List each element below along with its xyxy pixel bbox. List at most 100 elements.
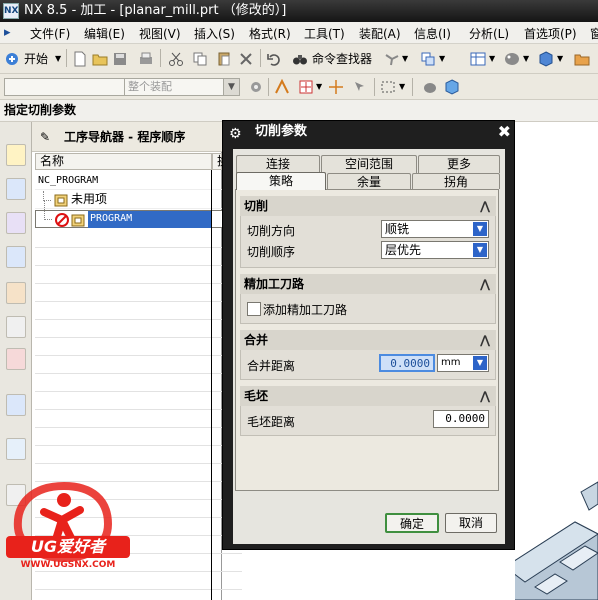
- menu-edit[interactable]: 编辑(E): [84, 25, 125, 42]
- snap-point-icon[interactable]: [274, 79, 290, 95]
- merge-distance-input[interactable]: 0.0000: [379, 354, 435, 372]
- group-finish-pass-header[interactable]: 精加工刀路 ⋀: [240, 274, 496, 294]
- column-tool-change[interactable]: 换刀: [212, 153, 241, 170]
- resbar-web-browser-icon[interactable]: [6, 394, 26, 416]
- tab-more[interactable]: 更多: [418, 155, 500, 173]
- paste-icon[interactable]: [216, 51, 232, 67]
- cut-icon[interactable]: [168, 51, 184, 67]
- column-divider: [211, 170, 212, 600]
- ug-watermark: UG爱好者 WWW.UGSNX.COM: [4, 480, 134, 590]
- cut-direction-select[interactable]: 顺铣 ▼: [381, 220, 489, 238]
- collapse-icon[interactable]: ⋀: [476, 387, 494, 405]
- folder-icon[interactable]: [574, 51, 590, 67]
- assembly-scope-combo[interactable]: 整个装配 ▼: [124, 78, 240, 96]
- merge-distance-unit-select[interactable]: mm ▼: [437, 354, 489, 372]
- menu-analysis[interactable]: 分析(L): [469, 25, 509, 42]
- chevron-down-icon: ▼: [473, 222, 487, 236]
- resbar-palette-icon[interactable]: [6, 348, 26, 370]
- tree-label-unused-items: 未用项: [71, 192, 108, 206]
- tab-space-range[interactable]: 空间范围: [321, 155, 417, 173]
- menu-window[interactable]: 窗: [590, 25, 598, 42]
- tab-connection[interactable]: 连接: [236, 155, 320, 173]
- tab-stock[interactable]: 余量: [327, 173, 411, 189]
- chevron-down-icon[interactable]: ▼: [399, 82, 405, 91]
- graphics-window[interactable]: [515, 122, 598, 600]
- layer-icon[interactable]: [420, 51, 436, 67]
- chevron-down-icon[interactable]: ▼: [489, 54, 495, 63]
- open-file-icon[interactable]: [92, 51, 108, 67]
- resbar-reuse-library-icon[interactable]: [6, 282, 26, 304]
- start-button[interactable]: 开始 ▼: [4, 48, 64, 70]
- rectangle-select-icon[interactable]: [380, 79, 396, 95]
- table-icon[interactable]: [470, 51, 486, 67]
- delete-icon[interactable]: [238, 51, 254, 67]
- group-merge-header[interactable]: 合并 ⋀: [240, 330, 496, 350]
- group-blank-header[interactable]: 毛坯 ⋀: [240, 386, 496, 406]
- menu-preferences[interactable]: 首选项(P): [524, 25, 577, 42]
- menu-tools[interactable]: 工具(T): [304, 25, 345, 42]
- menu-format[interactable]: 格式(R): [249, 25, 291, 42]
- chevron-down-icon[interactable]: ▼: [557, 54, 563, 63]
- menu-file[interactable]: 文件(F): [30, 25, 70, 42]
- command-finder-button[interactable]: 命令查找器: [292, 48, 382, 70]
- palette-icon[interactable]: [504, 51, 520, 67]
- group-merge-body: 合并距离 0.0000 mm ▼: [240, 350, 496, 380]
- dialog-title-bar[interactable]: ⚙ 切削参数 ✖: [223, 121, 516, 143]
- collapse-icon[interactable]: ⋀: [476, 275, 494, 293]
- blank-distance-input[interactable]: 0.0000: [433, 410, 489, 428]
- tab-corner[interactable]: 拐角: [412, 173, 500, 189]
- new-file-icon[interactable]: [72, 51, 88, 67]
- shaded-cube-icon[interactable]: [444, 79, 460, 95]
- fan-icon[interactable]: [384, 51, 400, 67]
- resbar-machine-tool-icon[interactable]: [6, 178, 26, 200]
- snap-arrow-icon[interactable]: [352, 79, 368, 95]
- pin-icon[interactable]: ✎: [40, 122, 50, 152]
- resbar-history-icon[interactable]: [6, 438, 26, 460]
- menu-information[interactable]: 信息(I): [414, 25, 451, 42]
- chevron-down-icon[interactable]: ▼: [402, 54, 408, 63]
- chevron-down-icon[interactable]: ▼: [439, 54, 445, 63]
- crosshair-icon[interactable]: [328, 79, 344, 95]
- cube-icon[interactable]: [538, 51, 554, 67]
- close-icon[interactable]: ✖: [498, 121, 511, 143]
- menu-insert[interactable]: 插入(S): [194, 25, 235, 42]
- group-blank-title: 毛坯: [244, 389, 269, 403]
- menu-assembly[interactable]: 装配(A): [359, 25, 401, 42]
- group-blank-body: 毛坯距离 0.0000: [240, 406, 496, 436]
- add-finish-pass-checkbox[interactable]: [247, 302, 261, 316]
- column-name[interactable]: 名称: [40, 154, 64, 169]
- group-finish-pass-title: 精加工刀路: [244, 277, 305, 291]
- ok-button[interactable]: 确定: [385, 513, 439, 533]
- selection-filter-combo[interactable]: ▼: [4, 78, 142, 96]
- resbar-operation-navigator-icon[interactable]: [6, 144, 26, 166]
- menu-view[interactable]: 视图(V): [139, 25, 181, 42]
- tree-connector: [44, 201, 52, 220]
- selection-toolbar: ▼ 整个装配 ▼ ▼ ▼: [0, 74, 598, 100]
- collapse-icon[interactable]: ⋀: [476, 197, 494, 215]
- cancel-button[interactable]: 取消: [445, 513, 497, 533]
- point-filter-icon[interactable]: [298, 79, 314, 95]
- assembly-scope-value: 整个装配: [128, 80, 172, 93]
- start-icon: [6, 53, 18, 65]
- print-icon[interactable]: [138, 51, 154, 67]
- undo-icon[interactable]: [266, 51, 282, 67]
- save-icon[interactable]: [112, 51, 128, 67]
- resbar-part-navigator-icon[interactable]: [6, 212, 26, 234]
- shading-icon[interactable]: [422, 79, 438, 95]
- add-finish-pass-label[interactable]: 添加精加工刀路: [263, 301, 347, 318]
- copy-icon[interactable]: [192, 51, 208, 67]
- gear-icon[interactable]: ⚙: [229, 123, 242, 145]
- resbar-assembly-navigator-icon[interactable]: [6, 246, 26, 268]
- gear-select-icon[interactable]: [248, 79, 264, 95]
- chevron-down-icon: ▼: [55, 54, 62, 63]
- resbar-hd3d-icon[interactable]: [6, 316, 26, 338]
- part-model-icon: [515, 481, 598, 600]
- chevron-down-icon[interactable]: ▼: [523, 54, 529, 63]
- tab-strategy[interactable]: 策略: [236, 172, 326, 190]
- cut-direction-label: 切削方向: [247, 224, 296, 238]
- collapse-icon[interactable]: ⋀: [476, 331, 494, 349]
- group-cutting-header[interactable]: 切削 ⋀: [240, 196, 496, 216]
- menu-gadget-icon[interactable]: ▸: [4, 25, 11, 40]
- chevron-down-icon[interactable]: ▼: [316, 82, 322, 91]
- cut-order-select[interactable]: 层优先 ▼: [381, 241, 489, 259]
